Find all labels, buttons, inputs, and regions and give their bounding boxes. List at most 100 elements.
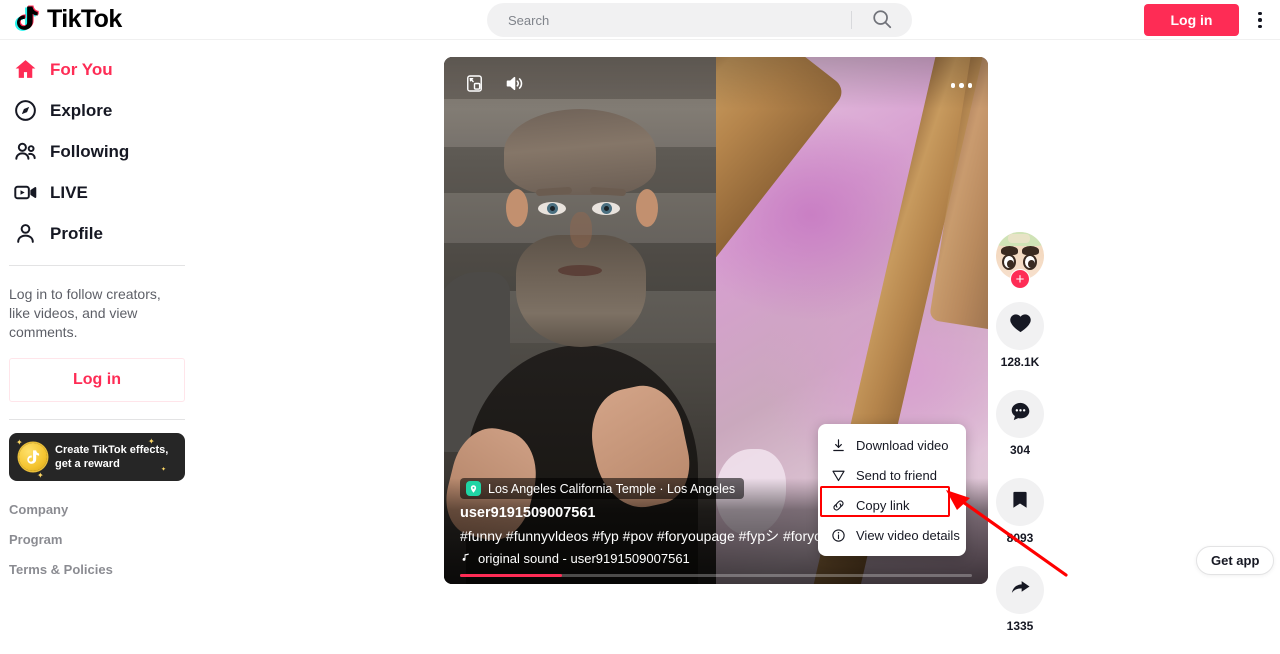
music-note-icon <box>460 551 471 566</box>
sidebar-divider-2 <box>9 419 185 420</box>
context-menu-label-send-to-friend: Send to friend <box>856 467 937 483</box>
search-bar[interactable] <box>487 3 912 37</box>
comment-button[interactable] <box>996 390 1044 438</box>
share-button[interactable] <box>996 566 1044 614</box>
sidebar-item-live[interactable]: LIVE <box>0 172 240 213</box>
comment-icon <box>1009 400 1032 428</box>
search-icon <box>871 8 893 33</box>
compass-icon <box>9 95 41 127</box>
music-title: original sound - user9191509007561 <box>478 551 690 566</box>
footer-link-terms[interactable]: Terms & Policies <box>9 562 240 577</box>
eye-shape <box>592 202 620 215</box>
dot <box>967 83 972 88</box>
beard-shape <box>516 235 646 347</box>
share-count: 1335 <box>1006 619 1034 633</box>
video-context-menu: Download video Send to friend Copy link … <box>818 424 966 556</box>
sidebar-label-live: LIVE <box>50 182 88 202</box>
link-icon <box>830 497 846 513</box>
tiktok-coin-icon <box>19 443 47 471</box>
person-icon <box>9 218 41 250</box>
promo-text: Create TikTok effects, get a reward <box>55 443 168 471</box>
sidebar-label-following: Following <box>50 141 130 161</box>
info-icon <box>830 527 846 543</box>
context-menu-item-download-video[interactable]: Download video <box>818 430 966 460</box>
kebab-dot <box>1258 11 1262 16</box>
create-effects-promo-card[interactable]: ✦ ✦ ✦ ✦ Create TikTok effects, get a rew… <box>9 433 185 481</box>
video-progress-fill <box>460 574 563 577</box>
share-arrow-icon <box>1009 576 1032 604</box>
context-menu-item-send-to-friend[interactable]: Send to friend <box>818 460 966 490</box>
comment-count: 304 <box>1009 443 1031 457</box>
video-top-controls <box>444 57 988 109</box>
like-button[interactable] <box>996 302 1044 350</box>
video-action-rail: + 128.1K 304 8093 1335 <box>996 232 1044 654</box>
cap-shape <box>996 232 1044 246</box>
dot <box>959 83 964 88</box>
picture-in-picture-icon[interactable] <box>460 69 488 97</box>
kebab-dot <box>1258 18 1262 22</box>
search-button[interactable] <box>852 3 912 37</box>
dot <box>950 83 955 88</box>
context-menu-item-view-video-details[interactable]: View video details <box>818 520 966 550</box>
context-menu-item-copy-link[interactable]: Copy link <box>818 490 966 520</box>
mouth-shape <box>558 265 602 276</box>
sidebar-divider <box>9 265 185 266</box>
download-icon <box>830 437 846 453</box>
hair-shape <box>504 109 656 195</box>
footer-link-program[interactable]: Program <box>9 532 240 547</box>
location-label: Los Angeles California Temple · Los Ange… <box>488 481 736 496</box>
kebab-dot <box>1258 24 1262 29</box>
sparkle-icon: ✦ <box>37 471 44 480</box>
promo-line-2: get a reward <box>55 458 120 470</box>
bookmark-count: 8093 <box>1006 531 1034 545</box>
eye-shape <box>538 202 566 215</box>
video-more-options-icon[interactable] <box>950 83 972 88</box>
bookmark-icon <box>1009 489 1031 516</box>
author-avatar[interactable]: + <box>996 232 1044 289</box>
top-navigation-bar: TikTok Log in <box>0 0 1280 40</box>
like-action: 128.1K <box>996 302 1044 381</box>
tiktok-logo[interactable]: TikTok <box>12 3 122 35</box>
bookmark-button[interactable] <box>996 478 1044 526</box>
volume-on-icon[interactable] <box>500 69 528 97</box>
context-menu-label-copy-link: Copy link <box>856 497 910 513</box>
people-icon <box>9 136 41 168</box>
context-menu-label-view-video-details: View video details <box>856 527 960 543</box>
sparkle-icon: ✦ <box>16 438 23 447</box>
heart-icon <box>1009 312 1032 340</box>
sidebar-label-explore: Explore <box>50 100 113 120</box>
footer-link-company[interactable]: Company <box>9 502 240 517</box>
avatar-eye <box>1002 254 1016 270</box>
send-icon <box>830 467 846 483</box>
tiktok-wordmark: TikTok <box>47 4 122 33</box>
sidebar-item-for-you[interactable]: For You <box>0 49 240 90</box>
login-button-header[interactable]: Log in <box>1144 4 1239 36</box>
location-pin-icon <box>466 481 481 496</box>
sidebar-item-explore[interactable]: Explore <box>0 90 240 131</box>
search-input[interactable] <box>487 12 851 28</box>
get-app-button[interactable]: Get app <box>1196 546 1275 575</box>
sparkle-icon: ✦ <box>148 437 155 446</box>
share-action: 1335 <box>996 566 1044 645</box>
location-badge[interactable]: Los Angeles California Temple · Los Ange… <box>460 478 745 499</box>
tiktok-note-icon <box>12 3 42 35</box>
home-icon <box>9 54 41 86</box>
left-sidebar: For You Explore Following LIVE Profile L… <box>0 41 240 584</box>
bookmark-action: 8093 <box>996 478 1044 557</box>
sparkle-icon: ✦ <box>161 467 167 473</box>
live-video-icon <box>9 177 41 209</box>
sidebar-footer-links: Company Program Terms & Policies <box>9 502 240 577</box>
sidebar-label-for-you: For You <box>50 59 113 79</box>
nose-shape <box>570 212 592 248</box>
more-options-kebab-icon[interactable] <box>1248 8 1272 32</box>
sidebar-item-following[interactable]: Following <box>0 131 240 172</box>
sidebar-item-profile[interactable]: Profile <box>0 213 240 254</box>
video-progress-bar[interactable] <box>460 574 972 577</box>
login-button-sidebar[interactable]: Log in <box>9 358 185 402</box>
context-menu-label-download-video: Download video <box>856 437 949 453</box>
like-count: 128.1K <box>1000 355 1040 369</box>
avatar-eye <box>1023 254 1037 270</box>
login-prompt-text: Log in to follow creators, like videos, … <box>9 286 161 340</box>
sidebar-label-profile: Profile <box>50 223 103 243</box>
follow-plus-icon[interactable]: + <box>1010 269 1030 289</box>
